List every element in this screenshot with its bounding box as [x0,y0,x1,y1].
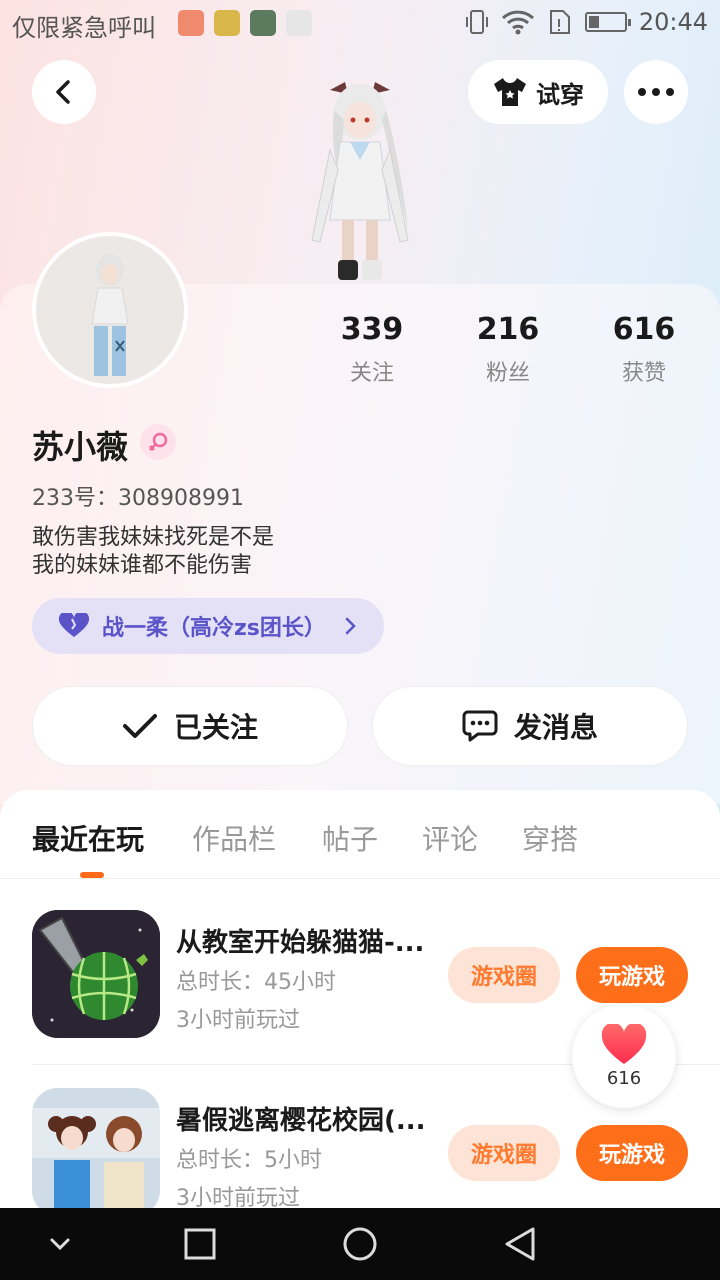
likes-stat[interactable]: 616 获赞 [574,312,714,387]
watermelon-game-icon [32,910,160,1038]
heart-icon [58,613,90,637]
tab-posts[interactable]: 帖子 [322,818,378,858]
school-girls-game-icon [32,1088,160,1216]
tab-comments[interactable]: 评论 [422,818,478,858]
chat-bubble-icon [462,710,498,742]
following-stat[interactable]: 339 关注 [302,312,442,387]
game-circle-button[interactable]: 游戏圈 [448,1125,560,1181]
followers-stat[interactable]: 216 粉丝 [438,312,578,387]
more-dots-icon [638,88,674,96]
hide-nav-button[interactable] [42,1226,78,1262]
recent-apps-button[interactable] [182,1226,218,1262]
try-on-button[interactable]: 试穿 [468,60,608,124]
game-icon[interactable] [32,910,160,1038]
avatar-3d-figure [311,82,409,280]
bio-line: 敢伤害我妹妹找死是不是 [32,525,275,550]
profile-avatar[interactable] [32,232,188,388]
play-game-button[interactable]: 玩游戏 [576,947,688,1003]
followed-button[interactable]: 已关注 [32,686,348,766]
send-message-button[interactable]: 发消息 [372,686,688,766]
following-label: 关注 [349,361,394,386]
try-on-label: 试穿 [536,80,584,109]
profile-name: 苏小薇 [32,428,129,466]
likes-count: 616 [612,312,676,347]
clock: 20:44 [638,8,708,36]
status-indicators: 20:44 [465,8,708,36]
system-nav-bar [0,1208,720,1280]
female-symbol-icon [149,432,168,451]
like-count: 616 [606,1067,642,1089]
notification-icons [178,10,312,36]
heart-icon [601,1023,647,1064]
team-label: 战一柔（高冷zs团长） [102,616,326,641]
back-button[interactable] [32,60,96,124]
female-icon [140,424,176,460]
image-notification-icon [214,10,240,36]
check-icon [122,714,157,738]
wifi-icon [501,10,534,35]
avatar-figure-icon [91,254,129,376]
floating-like-button[interactable]: 616 [572,1004,676,1108]
vibrate-icon [465,10,488,34]
tabs-divider [0,878,720,879]
more-options-button[interactable] [624,60,688,124]
emergency-call-text: 仅限紧急呼叫 [12,14,156,42]
likes-label: 获赞 [621,361,666,386]
image-notification-icon [250,10,276,36]
game-icon[interactable] [32,1088,160,1216]
circle-icon [343,1227,377,1261]
avatar-image [36,236,184,384]
home-button[interactable] [342,1226,378,1262]
chevron-down-icon [50,1238,70,1251]
following-count: 339 [340,312,404,347]
status-bar: 仅限紧急呼叫 20:44 [0,0,720,50]
game-duration: 总时长：45小时 [176,970,336,995]
followers-count: 216 [476,312,540,347]
game-circle-button[interactable]: 游戏圈 [448,947,560,1003]
followers-label: 粉丝 [485,361,530,386]
sim-icon [549,10,570,34]
nav-back-button[interactable] [502,1226,538,1262]
game-last-played: 3小时前玩过 [176,1008,300,1033]
team-badge[interactable]: 战一柔（高冷zs团长） [32,598,384,654]
game-duration: 总时长：5小时 [176,1148,322,1173]
app-notification-icon [178,10,204,36]
game-title[interactable]: 从教室开始躲猫猫-... [176,922,438,959]
battery-icon [584,12,631,32]
square-icon [184,1228,216,1260]
user-notification-icon [286,10,312,36]
profile-bio: 敢伤害我妹妹找死是不是 我的妹妹谁都不能伤害 [32,524,274,580]
back-arrow-icon [56,80,70,104]
send-message-label: 发消息 [513,711,598,744]
chevron-right-icon [345,617,356,635]
bio-line: 我的妹妹谁都不能伤害 [32,553,253,578]
game-title[interactable]: 暑假逃离樱花校园(... [176,1100,438,1137]
tab-works[interactable]: 作品栏 [192,818,276,858]
user-id: 233号：308908991 [32,486,244,511]
tshirt-icon [494,78,526,106]
play-game-button[interactable]: 玩游戏 [576,1125,688,1181]
triangle-back-icon [505,1227,535,1261]
tab-recently-played[interactable]: 最近在玩 [32,818,144,858]
followed-label: 已关注 [173,711,258,744]
tab-outfits[interactable]: 穿搭 [522,818,578,858]
